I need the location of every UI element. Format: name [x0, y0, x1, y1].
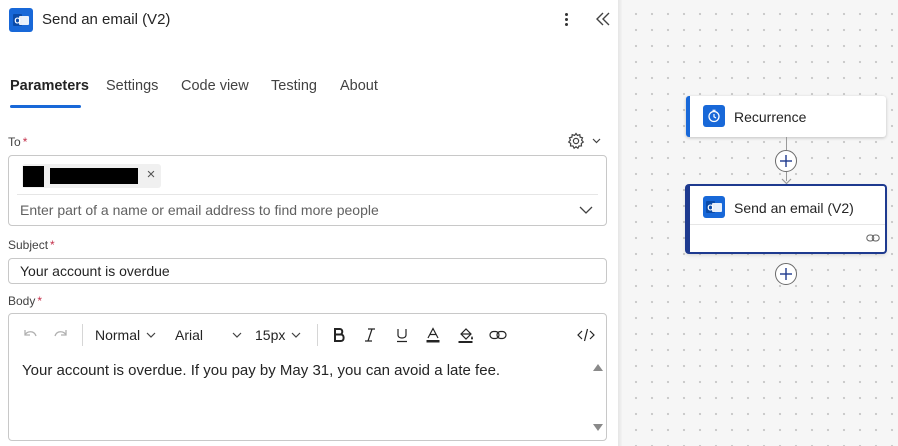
gear-icon: [567, 132, 601, 150]
recipient-avatar-redacted: [23, 166, 44, 187]
block-style-dropdown[interactable]: Normal: [95, 324, 156, 346]
parameter-settings-button[interactable]: [565, 131, 605, 151]
body-text-content[interactable]: Your account is overdue. If you pay by M…: [22, 362, 500, 379]
tab-about[interactable]: About: [340, 78, 378, 94]
to-field-divider: [17, 194, 598, 195]
body-editor[interactable]: Normal Arial 15px Your account is overdu…: [8, 313, 607, 441]
undo-icon[interactable]: [20, 323, 40, 347]
tab-parameters[interactable]: Parameters: [10, 78, 89, 94]
node-footer-divider: [690, 224, 885, 225]
recipient-name-redacted: [50, 168, 138, 184]
remove-recipient-icon[interactable]: ×: [143, 165, 159, 185]
link-icon: [866, 234, 880, 242]
clock-icon: [703, 105, 725, 127]
add-step-button[interactable]: [775, 263, 797, 285]
action-details-panel: O Send an email (V2) Parameters Settings…: [0, 0, 622, 446]
active-tab-indicator: [10, 105, 81, 108]
insert-link-icon[interactable]: [487, 323, 509, 347]
collapse-panel-icon[interactable]: [594, 8, 612, 30]
bold-icon[interactable]: [329, 323, 349, 347]
tab-testing[interactable]: Testing: [271, 78, 317, 94]
more-options-icon[interactable]: [558, 7, 574, 31]
svg-text:O: O: [14, 17, 20, 26]
recipient-chip: ×: [22, 164, 161, 188]
scroll-down-arrow-icon[interactable]: [592, 422, 604, 432]
outlook-icon: O: [9, 8, 33, 32]
font-color-icon[interactable]: [423, 323, 443, 347]
font-size-value: 15px: [255, 327, 286, 343]
svg-text:O: O: [707, 204, 713, 213]
font-size-dropdown[interactable]: 15px: [255, 324, 301, 346]
tab-settings[interactable]: Settings: [106, 78, 158, 94]
to-field[interactable]: ×: [8, 155, 607, 226]
connector-line: [786, 137, 787, 150]
font-family-value: Arial: [175, 327, 204, 343]
arrow-down-icon: [781, 178, 792, 185]
subject-input[interactable]: [8, 258, 607, 284]
chevron-down-icon: [291, 332, 301, 338]
italic-icon[interactable]: [360, 323, 380, 347]
body-label: Body *: [8, 294, 43, 308]
recurrence-node-title: Recurrence: [734, 109, 807, 125]
send-email-node[interactable]: O Send an email (V2): [686, 185, 886, 253]
chevron-down-icon: [146, 332, 156, 338]
chevron-down-icon[interactable]: [578, 204, 594, 216]
redo-icon[interactable]: [51, 323, 71, 347]
font-family-dropdown[interactable]: Arial: [175, 324, 242, 346]
tab-code-view[interactable]: Code view: [181, 78, 249, 94]
underline-icon[interactable]: [392, 323, 412, 347]
chevron-down-icon: [232, 332, 242, 338]
subject-label: Subject *: [8, 238, 55, 252]
plus-icon: [780, 268, 792, 280]
code-view-toggle-icon[interactable]: [575, 323, 597, 347]
scroll-up-arrow-icon[interactable]: [592, 363, 604, 373]
recurrence-node[interactable]: Recurrence: [686, 96, 886, 137]
people-picker-input[interactable]: [13, 198, 568, 222]
block-style-value: Normal: [95, 327, 141, 343]
toolbar-separator: [82, 324, 83, 346]
to-label: To *: [8, 135, 28, 149]
outlook-icon: O: [703, 196, 725, 218]
send-email-node-title: Send an email (V2): [734, 200, 854, 216]
toolbar-separator: [317, 324, 318, 346]
insert-step-button[interactable]: [775, 150, 797, 172]
panel-title: Send an email (V2): [42, 11, 171, 28]
highlight-color-icon[interactable]: [455, 323, 475, 347]
plus-icon: [780, 155, 792, 167]
